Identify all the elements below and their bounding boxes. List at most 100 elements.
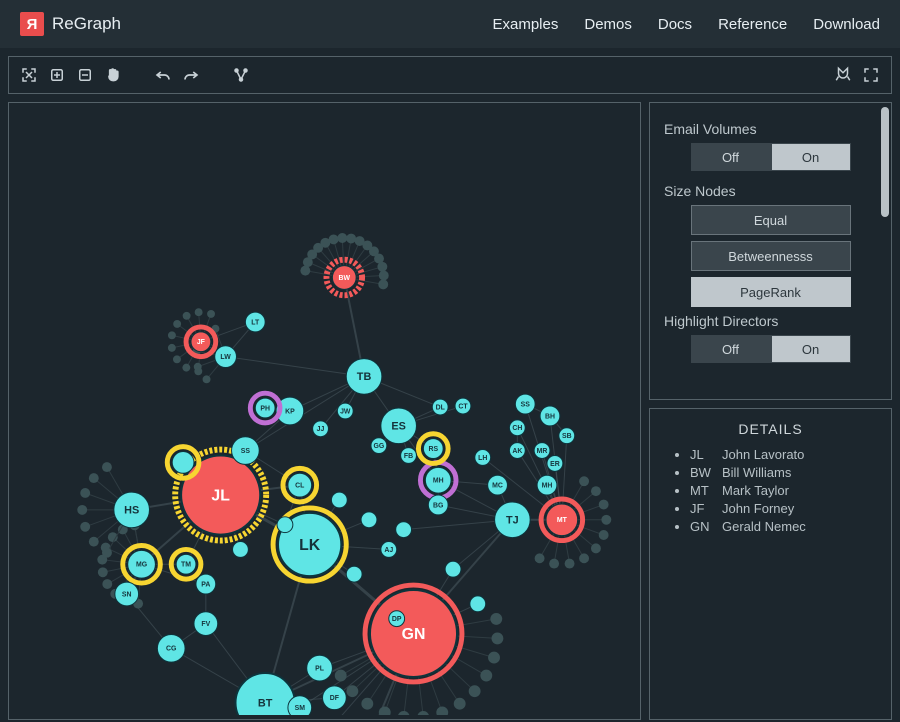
svg-text:AK: AK — [512, 448, 522, 455]
controls-scrollbar[interactable] — [881, 107, 889, 395]
svg-text:SS: SS — [521, 402, 531, 409]
svg-text:DF: DF — [330, 695, 339, 702]
svg-text:JL: JL — [211, 488, 230, 505]
fit-icon[interactable] — [17, 63, 41, 87]
highlight-directors-on[interactable]: On — [771, 335, 851, 363]
svg-text:AJ: AJ — [384, 547, 393, 554]
hand-icon[interactable] — [101, 63, 125, 87]
svg-text:FB: FB — [404, 453, 413, 460]
graph-canvas[interactable]: GNJLLKBTMWTBESTJHSMGKPSSCGPLSMDFTHFVSNPA… — [8, 102, 641, 720]
details-panel: DETAILS JLJohn LavoratoBWBill WilliamsMT… — [649, 408, 892, 720]
details-code: BW — [690, 465, 722, 480]
svg-text:PL: PL — [315, 666, 324, 673]
svg-text:LW: LW — [220, 354, 231, 361]
svg-text:CG: CG — [166, 646, 176, 653]
header: Я ReGraph Examples Demos Docs Reference … — [0, 0, 900, 48]
svg-text:CT: CT — [458, 403, 468, 410]
details-code: MT — [690, 483, 722, 498]
svg-text:JJ: JJ — [317, 426, 325, 433]
svg-text:TJ: TJ — [506, 515, 519, 527]
details-code: GN — [690, 519, 722, 534]
details-row: GNGerald Nemec — [690, 519, 877, 534]
svg-text:TB: TB — [357, 371, 372, 383]
size-nodes-betweenness[interactable]: Betweennesss — [691, 241, 851, 271]
details-name: Gerald Nemec — [722, 519, 806, 534]
undo-icon[interactable] — [151, 63, 175, 87]
svg-text:LH: LH — [478, 455, 487, 462]
controls-panel: Email Volumes Off On Size Nodes Equal Be… — [649, 102, 892, 400]
layout-icon[interactable] — [229, 63, 253, 87]
svg-text:FV: FV — [201, 621, 210, 628]
nav-reference[interactable]: Reference — [718, 16, 787, 33]
svg-text:BH: BH — [545, 413, 555, 420]
svg-text:GG: GG — [374, 443, 385, 450]
svg-text:BT: BT — [258, 698, 273, 710]
svg-text:LK: LK — [299, 537, 321, 554]
size-nodes-label: Size Nodes — [664, 183, 877, 199]
details-name: John Forney — [722, 501, 794, 516]
details-name: Mark Taylor — [722, 483, 789, 498]
highlight-directors-off[interactable]: Off — [691, 335, 771, 363]
snap-icon[interactable] — [831, 63, 855, 87]
svg-text:MR: MR — [537, 448, 548, 455]
email-volumes-label: Email Volumes — [664, 121, 877, 137]
nav-examples[interactable]: Examples — [493, 16, 559, 33]
email-volumes-on[interactable]: On — [771, 143, 851, 171]
svg-text:ES: ES — [391, 421, 406, 433]
svg-text:JF: JF — [197, 339, 205, 346]
svg-text:TM: TM — [181, 562, 191, 569]
svg-text:MH: MH — [542, 483, 553, 490]
svg-text:HS: HS — [124, 505, 139, 517]
svg-text:CH: CH — [512, 425, 522, 432]
details-code: JF — [690, 501, 722, 516]
size-nodes-equal[interactable]: Equal — [691, 205, 851, 235]
content: GNJLLKBTMWTBESTJHSMGKPSSCGPLSMDFTHFVSNPA… — [8, 102, 892, 720]
details-row: JFJohn Forney — [690, 501, 877, 516]
svg-text:PH: PH — [260, 405, 270, 412]
zoom-in-icon[interactable] — [45, 63, 69, 87]
details-code: JL — [690, 447, 722, 462]
size-nodes-pagerank[interactable]: PageRank — [691, 277, 851, 307]
details-row: BWBill Williams — [690, 465, 877, 480]
svg-text:SM: SM — [295, 705, 306, 712]
fullscreen-icon[interactable] — [859, 63, 883, 87]
details-row: MTMark Taylor — [690, 483, 877, 498]
details-list: JLJohn LavoratoBWBill WilliamsMTMark Tay… — [664, 447, 877, 534]
details-row: JLJohn Lavorato — [690, 447, 877, 462]
redo-icon[interactable] — [179, 63, 203, 87]
svg-text:JW: JW — [340, 408, 351, 415]
svg-text:MC: MC — [492, 483, 503, 490]
svg-text:SB: SB — [562, 433, 572, 440]
highlight-directors-toggle: Off On — [691, 335, 851, 363]
svg-text:DP: DP — [392, 616, 402, 623]
highlight-directors-label: Highlight Directors — [664, 313, 877, 329]
logo-text: ReGraph — [52, 14, 121, 34]
email-volumes-toggle: Off On — [691, 143, 851, 171]
side-panels: Email Volumes Off On Size Nodes Equal Be… — [649, 102, 892, 720]
svg-text:LT: LT — [251, 319, 260, 326]
svg-text:BW: BW — [339, 275, 351, 282]
nav-docs[interactable]: Docs — [658, 16, 692, 33]
svg-text:BG: BG — [433, 502, 443, 509]
svg-text:MT: MT — [557, 517, 568, 524]
nav-demos[interactable]: Demos — [584, 16, 632, 33]
svg-text:PA: PA — [201, 581, 210, 588]
svg-text:RS: RS — [428, 446, 438, 453]
svg-text:MH: MH — [433, 478, 444, 485]
logo-icon: Я — [20, 12, 44, 36]
email-volumes-off[interactable]: Off — [691, 143, 771, 171]
toolbar — [8, 56, 892, 94]
svg-text:GN: GN — [402, 626, 426, 643]
top-nav: Examples Demos Docs Reference Download — [493, 16, 881, 33]
details-name: John Lavorato — [722, 447, 804, 462]
details-name: Bill Williams — [722, 465, 791, 480]
svg-text:SS: SS — [241, 448, 251, 455]
svg-text:KP: KP — [285, 408, 295, 415]
nav-download[interactable]: Download — [813, 16, 880, 33]
zoom-out-icon[interactable] — [73, 63, 97, 87]
graph-svg[interactable]: GNJLLKBTMWTBESTJHSMGKPSSCGPLSMDFTHFVSNPA… — [13, 107, 636, 715]
svg-text:ER: ER — [550, 461, 560, 468]
svg-text:MG: MG — [136, 562, 147, 569]
svg-text:SN: SN — [122, 591, 132, 598]
svg-text:DL: DL — [436, 404, 445, 411]
